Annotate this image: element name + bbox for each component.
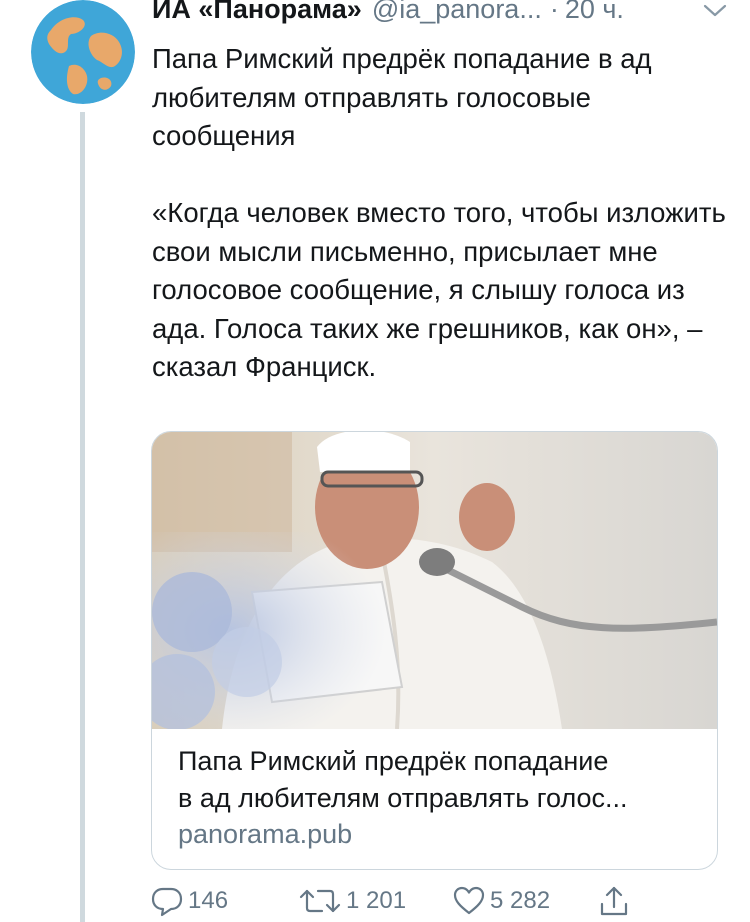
share-button[interactable] [598, 880, 630, 922]
heart-icon [453, 886, 485, 915]
card-title-line: в ад любителям отправлять голос... [178, 783, 628, 813]
tweet-timestamp[interactable]: 20 ч. [565, 0, 624, 25]
tweet-text: Папа Римский предрёк попадание в ад люби… [152, 40, 732, 387]
reply-button[interactable]: 146 [150, 880, 228, 922]
author-name[interactable]: ИА «Панорама» [152, 0, 362, 25]
tweet-header: ИА «Панорама» @ia_panora... · 20 ч. [152, 0, 730, 30]
tweet-actions: 146 1 201 5 282 [150, 880, 670, 922]
reply-icon [151, 887, 183, 917]
tweet-paragraph: Папа Римский предрёк попадание в ад люби… [152, 43, 652, 151]
like-count: 5 282 [490, 887, 551, 914]
card-title-line: Папа Римский предрёк попадание [178, 746, 609, 776]
tweet-menu-button[interactable] [702, 2, 728, 20]
retweet-count: 1 201 [346, 887, 407, 914]
author-avatar[interactable] [31, 0, 135, 104]
reply-count: 146 [188, 887, 229, 914]
like-button[interactable]: 5 282 [452, 880, 550, 922]
card-body: Папа Римский предрёк попадание в ад люби… [178, 743, 697, 851]
tweet-paragraph: «Когда человек вместо того, чтобы изложи… [152, 197, 726, 382]
card-domain: panorama.pub [178, 819, 353, 849]
chevron-down-icon [703, 4, 727, 17]
card-title: Папа Римский предрёк попадание в ад люби… [178, 743, 697, 817]
thread-line [80, 112, 85, 922]
link-card[interactable]: Папа Римский предрёк попадание в ад люби… [151, 431, 718, 870]
globe-icon [31, 0, 135, 104]
retweet-button[interactable]: 1 201 [298, 880, 406, 922]
share-icon [600, 886, 628, 916]
card-image [152, 432, 717, 729]
author-handle[interactable]: @ia_panora... [372, 0, 542, 25]
separator-dot: · [549, 0, 559, 24]
retweet-icon [299, 889, 341, 913]
